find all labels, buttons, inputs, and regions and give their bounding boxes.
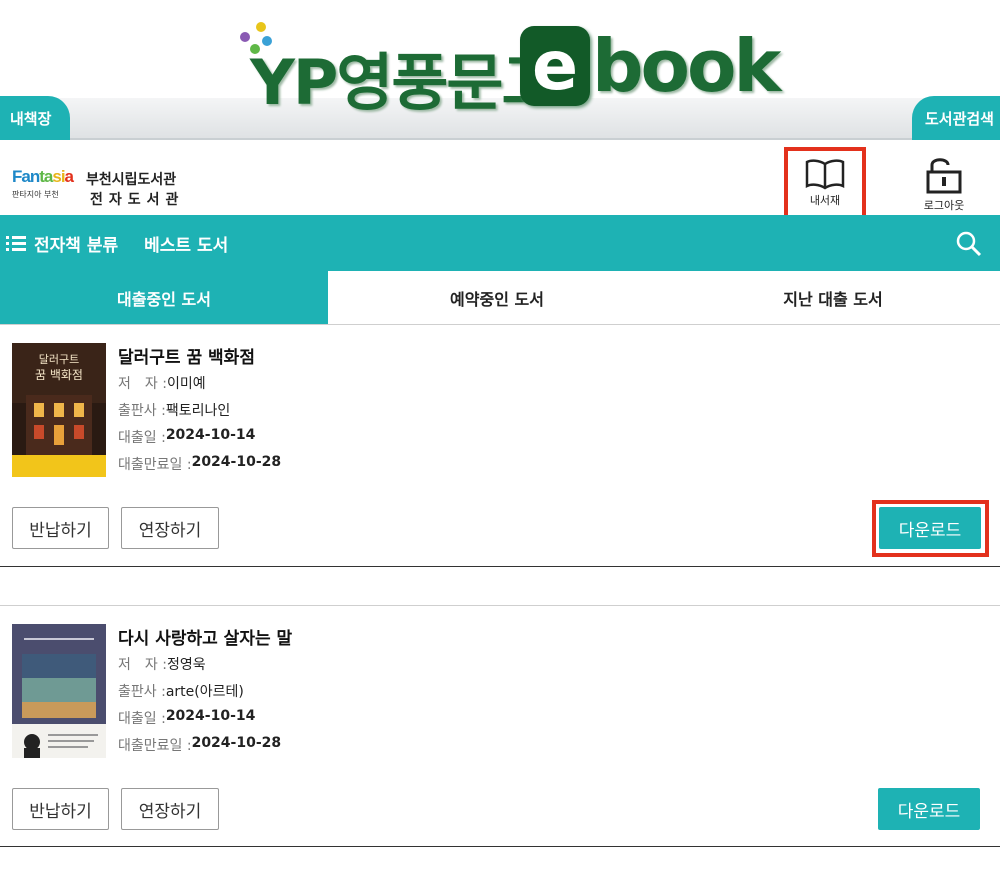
author-label: 저 자 :: [118, 657, 167, 673]
loan-date-value: 2024-10-14: [165, 708, 256, 724]
my-bookshelf-tab[interactable]: 내책장: [0, 96, 70, 140]
due-date-row: 대출만료일 : 2024-10-28: [118, 735, 292, 762]
fantasia-logo-text-visual: Fan: [12, 167, 40, 186]
fantasia-logo-text-visual: si: [52, 167, 65, 186]
publisher-label: 출판사 :: [118, 684, 166, 700]
tab-current-loans[interactable]: 대출중인 도서: [0, 271, 328, 324]
author-value: 이미예: [166, 376, 206, 392]
download-button[interactable]: 다운로드: [879, 507, 981, 549]
author-value: 정영욱: [166, 657, 206, 673]
return-button[interactable]: 반납하기: [12, 788, 109, 830]
logo-leaf-purple: [240, 32, 250, 42]
logo-text-yp: YP영풍문고: [250, 46, 558, 119]
cover-title-b: 꿈 백화점: [35, 368, 83, 382]
book-cover-image: [12, 624, 106, 758]
due-date-label: 대출만료일 :: [118, 457, 192, 473]
library-name-line1: 부천시립도서관: [86, 172, 177, 188]
tab-past-loans[interactable]: 지난 대출 도서: [666, 271, 1000, 324]
book-cover[interactable]: 달러구트 꿈 백화점: [12, 343, 106, 477]
library-name-line2: 전자도서관: [90, 192, 185, 208]
book-card: 다시 사랑하고 살자는 말 저 자 : 정영욱 출판사 : arte(아르테) …: [0, 605, 1000, 847]
book-info: 달러구트 꿈 백화점 저 자 : 이미예 출판사 : 팩토리나인 대출일 : 2…: [118, 343, 281, 481]
download-highlight-frame: 다운로드: [872, 500, 989, 557]
publisher-label: 출판사 :: [118, 403, 166, 419]
loan-tabs: 대출중인 도서 예약중인 도서 지난 대출 도서: [0, 271, 1000, 325]
search-icon: [956, 231, 982, 257]
logo-text-book: book: [592, 24, 781, 108]
publisher-value: arte(아르테): [165, 684, 244, 700]
ebook-category-label: 전자책 분류: [34, 235, 119, 256]
publisher-value: 팩토리나인: [165, 403, 231, 419]
loan-date-row: 대출일 : 2024-10-14: [118, 708, 292, 735]
book-card: 달러구트 꿈 백화점 달러구트 꿈 백화점 저 자 : 이미예 출판사 : 팩토…: [0, 325, 1000, 567]
my-library-button[interactable]: 내서재: [784, 147, 866, 219]
book-info: 다시 사랑하고 살자는 말 저 자 : 정영욱 출판사 : arte(아르테) …: [118, 624, 292, 762]
author-row: 저 자 : 정영욱: [118, 654, 292, 681]
loan-date-value: 2024-10-14: [165, 427, 256, 443]
logout-label: 로그아웃: [923, 199, 965, 212]
logo-e-block: e: [520, 26, 590, 106]
download-button[interactable]: 다운로드: [878, 788, 980, 830]
fantasia-logo-text: Fantasia: [12, 167, 76, 187]
fantasia-logo-text-visual: a: [64, 167, 75, 186]
book-title[interactable]: 다시 사랑하고 살자는 말: [118, 624, 292, 654]
author-label: 저 자 :: [118, 376, 167, 392]
book-cover[interactable]: [12, 624, 106, 758]
ebook-category-menu[interactable]: 전자책 분류: [6, 231, 118, 256]
tab-reservations[interactable]: 예약중인 도서: [328, 271, 666, 324]
open-book-icon: [805, 159, 845, 190]
library-search-tab[interactable]: 도서관검색: [912, 96, 1000, 140]
list-icon: [6, 236, 26, 251]
loan-date-label: 대출일 :: [118, 711, 166, 727]
search-button[interactable]: [956, 231, 982, 261]
best-books-menu[interactable]: 베스트 도서: [144, 231, 228, 256]
library-header: Fantasia 판타지아 부천 부천시립도서관 전자도서관 내서재 로그아웃: [0, 143, 1000, 219]
loan-date-label: 대출일 :: [118, 430, 166, 446]
fantasia-logo-sub: 판타지아 부천: [12, 190, 59, 199]
unlock-icon: [926, 158, 962, 194]
return-button[interactable]: 반납하기: [12, 507, 109, 549]
due-date-value: 2024-10-28: [191, 735, 282, 751]
due-date-label: 대출만료일 :: [118, 738, 192, 754]
top-banner: 내책장 도서관검색 YP영풍문고 e book: [0, 0, 1000, 143]
due-date-value: 2024-10-28: [191, 454, 282, 470]
extend-button[interactable]: 연장하기: [121, 507, 219, 549]
publisher-row: 출판사 : 팩토리나인: [118, 400, 281, 427]
ypbooks-ebook-logo: YP영풍문고 e book: [236, 18, 781, 119]
extend-button[interactable]: 연장하기: [121, 788, 219, 830]
logo-leaf-yellow: [256, 22, 266, 32]
loan-date-row: 대출일 : 2024-10-14: [118, 427, 281, 454]
book-title[interactable]: 달러구트 꿈 백화점: [118, 343, 281, 373]
fantasia-logo-text-visual: ta: [39, 167, 53, 186]
author-row: 저 자 : 이미예: [118, 373, 281, 400]
book-cover-image: 달러구트 꿈 백화점: [12, 343, 106, 477]
my-library-label: 내서재: [809, 194, 841, 207]
due-date-row: 대출만료일 : 2024-10-28: [118, 454, 281, 481]
cover-title-a: 달러구트: [39, 353, 79, 366]
logout-button[interactable]: 로그아웃: [912, 155, 976, 215]
fantasia-bucheon-logo[interactable]: Fantasia 판타지아 부천: [12, 167, 76, 207]
publisher-row: 출판사 : arte(아르테): [118, 681, 292, 708]
main-nav: 전자책 분류 베스트 도서: [0, 215, 1000, 271]
